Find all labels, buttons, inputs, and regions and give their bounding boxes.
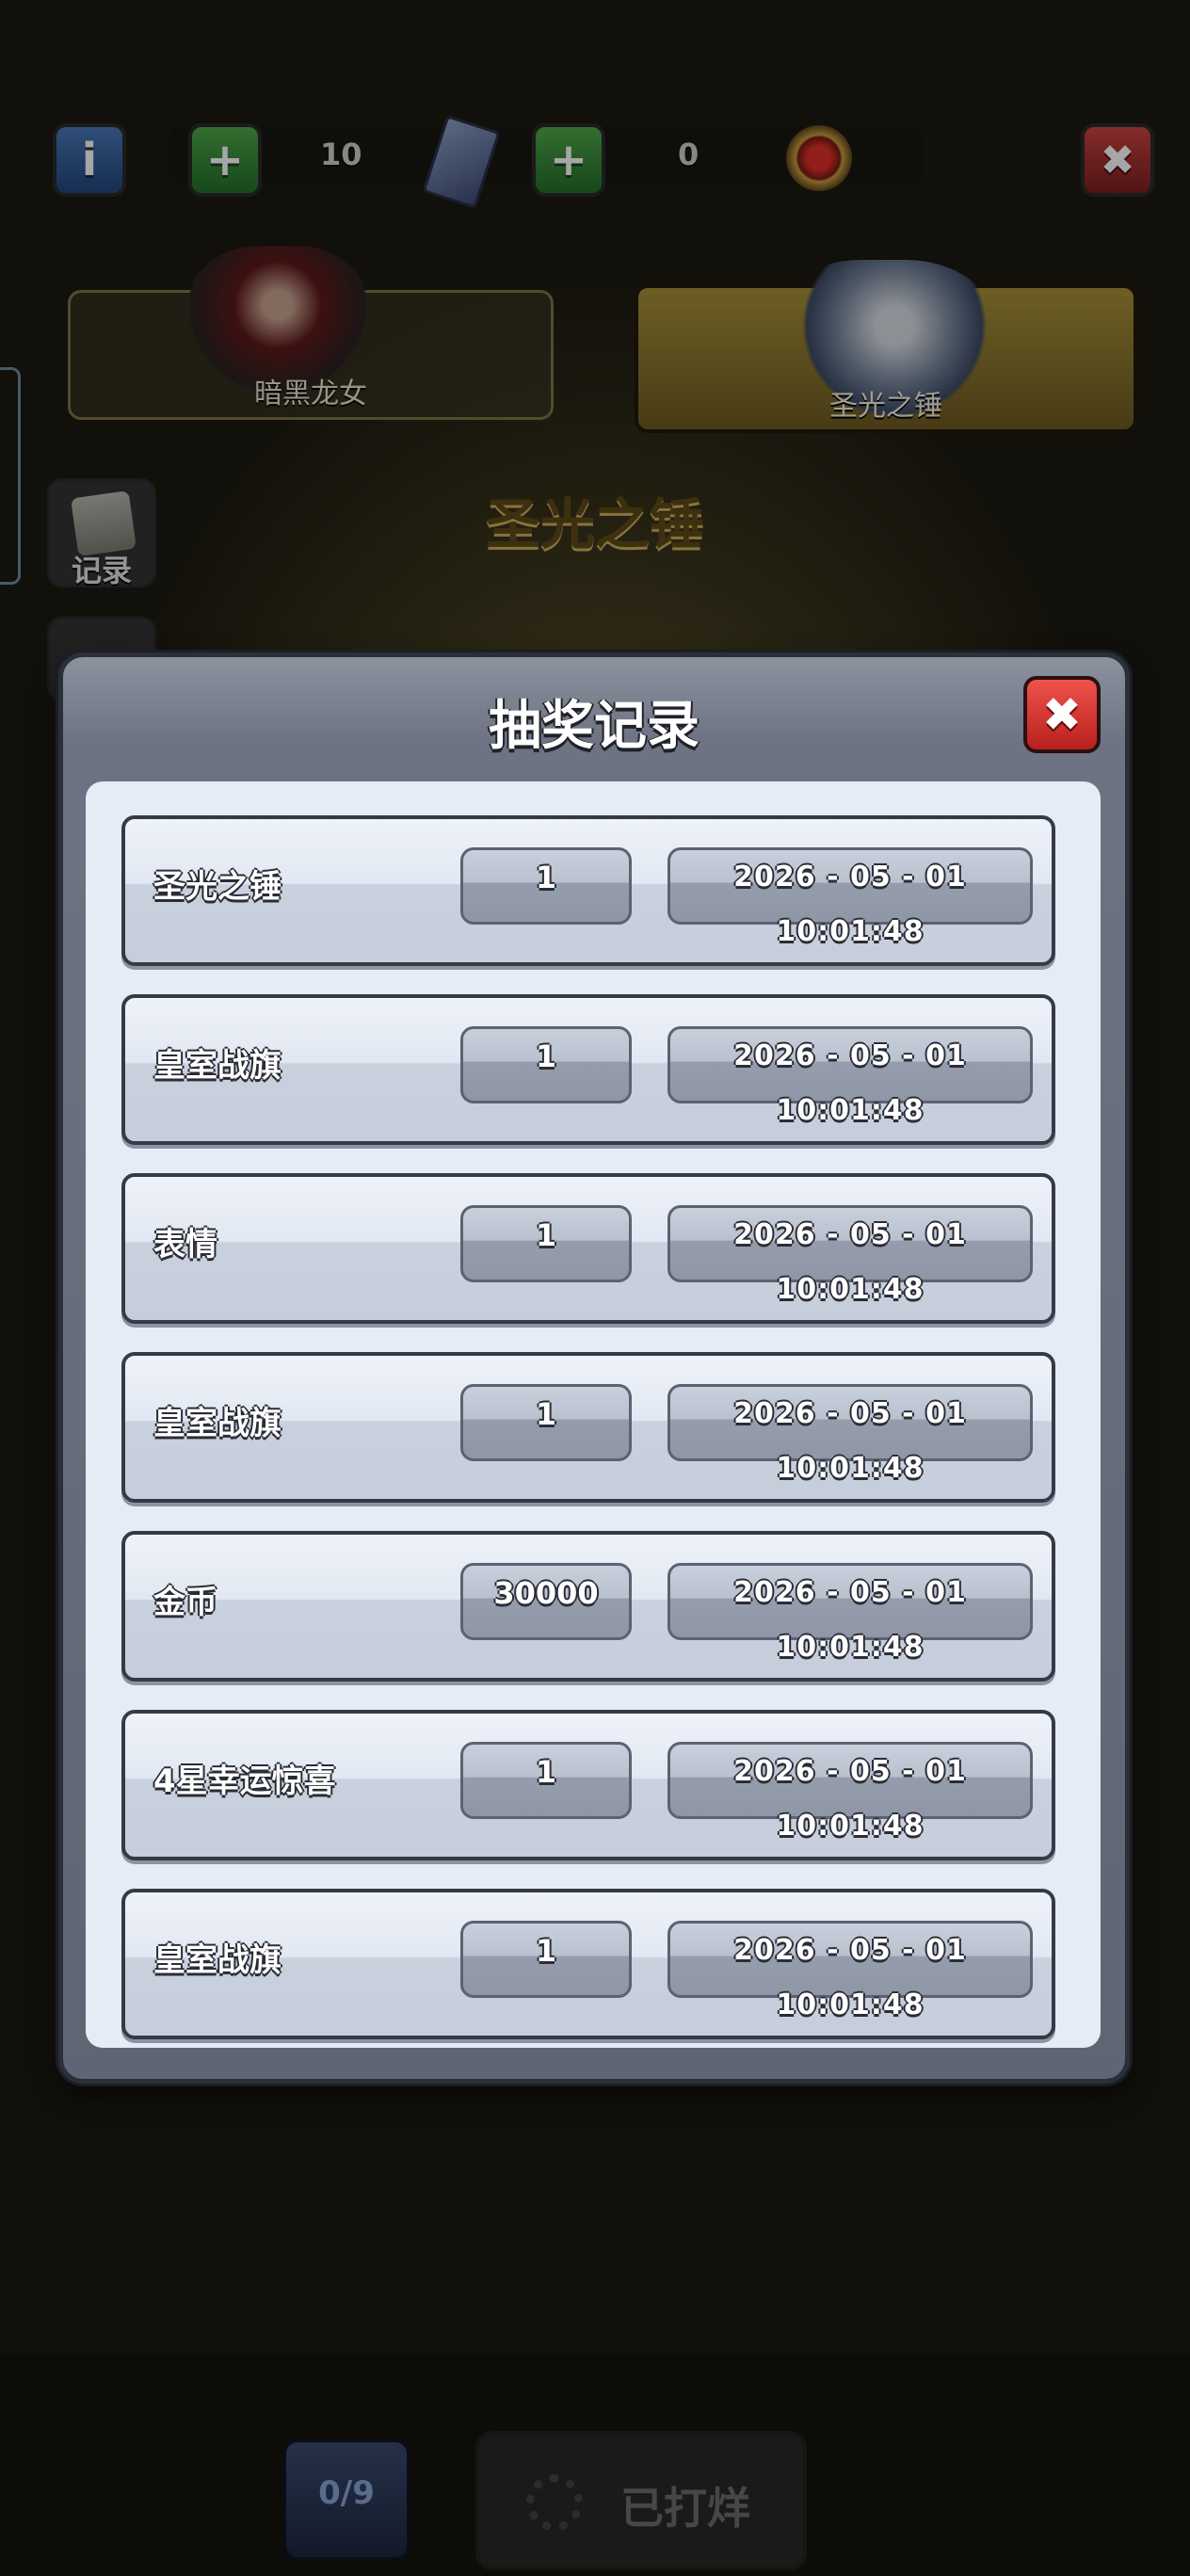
draw-record-modal: 抽奖记录 ✖ 圣光之锤 1 2026 - 05 - 01 10:01:48 皇室…	[58, 652, 1130, 2084]
record-quantity: 1	[460, 847, 632, 925]
record-quantity: 1	[460, 1384, 632, 1461]
record-row: 金币 30000 2026 - 05 - 01 10:01:48	[121, 1531, 1055, 1682]
record-quantity: 1	[460, 1205, 632, 1282]
record-row: 皇室战旗 1 2026 - 05 - 01 10:01:48	[121, 1889, 1055, 2039]
record-time: 2026 - 05 - 01 10:01:48	[667, 1205, 1033, 1306]
record-time: 2026 - 05 - 01 10:01:48	[667, 1384, 1033, 1485]
record-quantity: 1	[460, 1921, 632, 1998]
record-item-name: 表情	[153, 1226, 217, 1264]
record-time: 2026 - 05 - 01 10:01:48	[667, 1921, 1033, 2021]
record-list[interactable]: 圣光之锤 1 2026 - 05 - 01 10:01:48 皇室战旗 1 20…	[86, 781, 1101, 2048]
record-quantity: 1	[460, 1026, 632, 1103]
record-quantity: 30000	[460, 1563, 632, 1640]
record-time: 2026 - 05 - 01 10:01:48	[667, 847, 1033, 948]
modal-title: 抽奖记录	[489, 696, 700, 757]
record-time: 2026 - 05 - 01 10:01:48	[667, 1742, 1033, 1843]
record-row: 皇室战旗 1 2026 - 05 - 01 10:01:48	[121, 994, 1055, 1145]
record-item-name: 皇室战旗	[153, 1941, 281, 1979]
record-row: 表情 1 2026 - 05 - 01 10:01:48	[121, 1173, 1055, 1324]
record-item-name: 4星幸运惊喜	[153, 1763, 336, 1800]
record-quantity: 1	[460, 1742, 632, 1819]
record-time: 2026 - 05 - 01 10:01:48	[667, 1563, 1033, 1664]
modal-close-button[interactable]: ✖	[1023, 676, 1101, 753]
record-item-name: 皇室战旗	[153, 1047, 281, 1085]
record-time: 2026 - 05 - 01 10:01:48	[667, 1026, 1033, 1127]
record-item-name: 圣光之锤	[153, 868, 281, 906]
record-row: 4星幸运惊喜 1 2026 - 05 - 01 10:01:48	[121, 1710, 1055, 1860]
record-item-name: 皇室战旗	[153, 1405, 281, 1442]
record-row: 皇室战旗 1 2026 - 05 - 01 10:01:48	[121, 1352, 1055, 1503]
record-row: 圣光之锤 1 2026 - 05 - 01 10:01:48	[121, 815, 1055, 966]
record-item-name: 金币	[153, 1584, 217, 1621]
close-icon: ✖	[1042, 687, 1082, 742]
